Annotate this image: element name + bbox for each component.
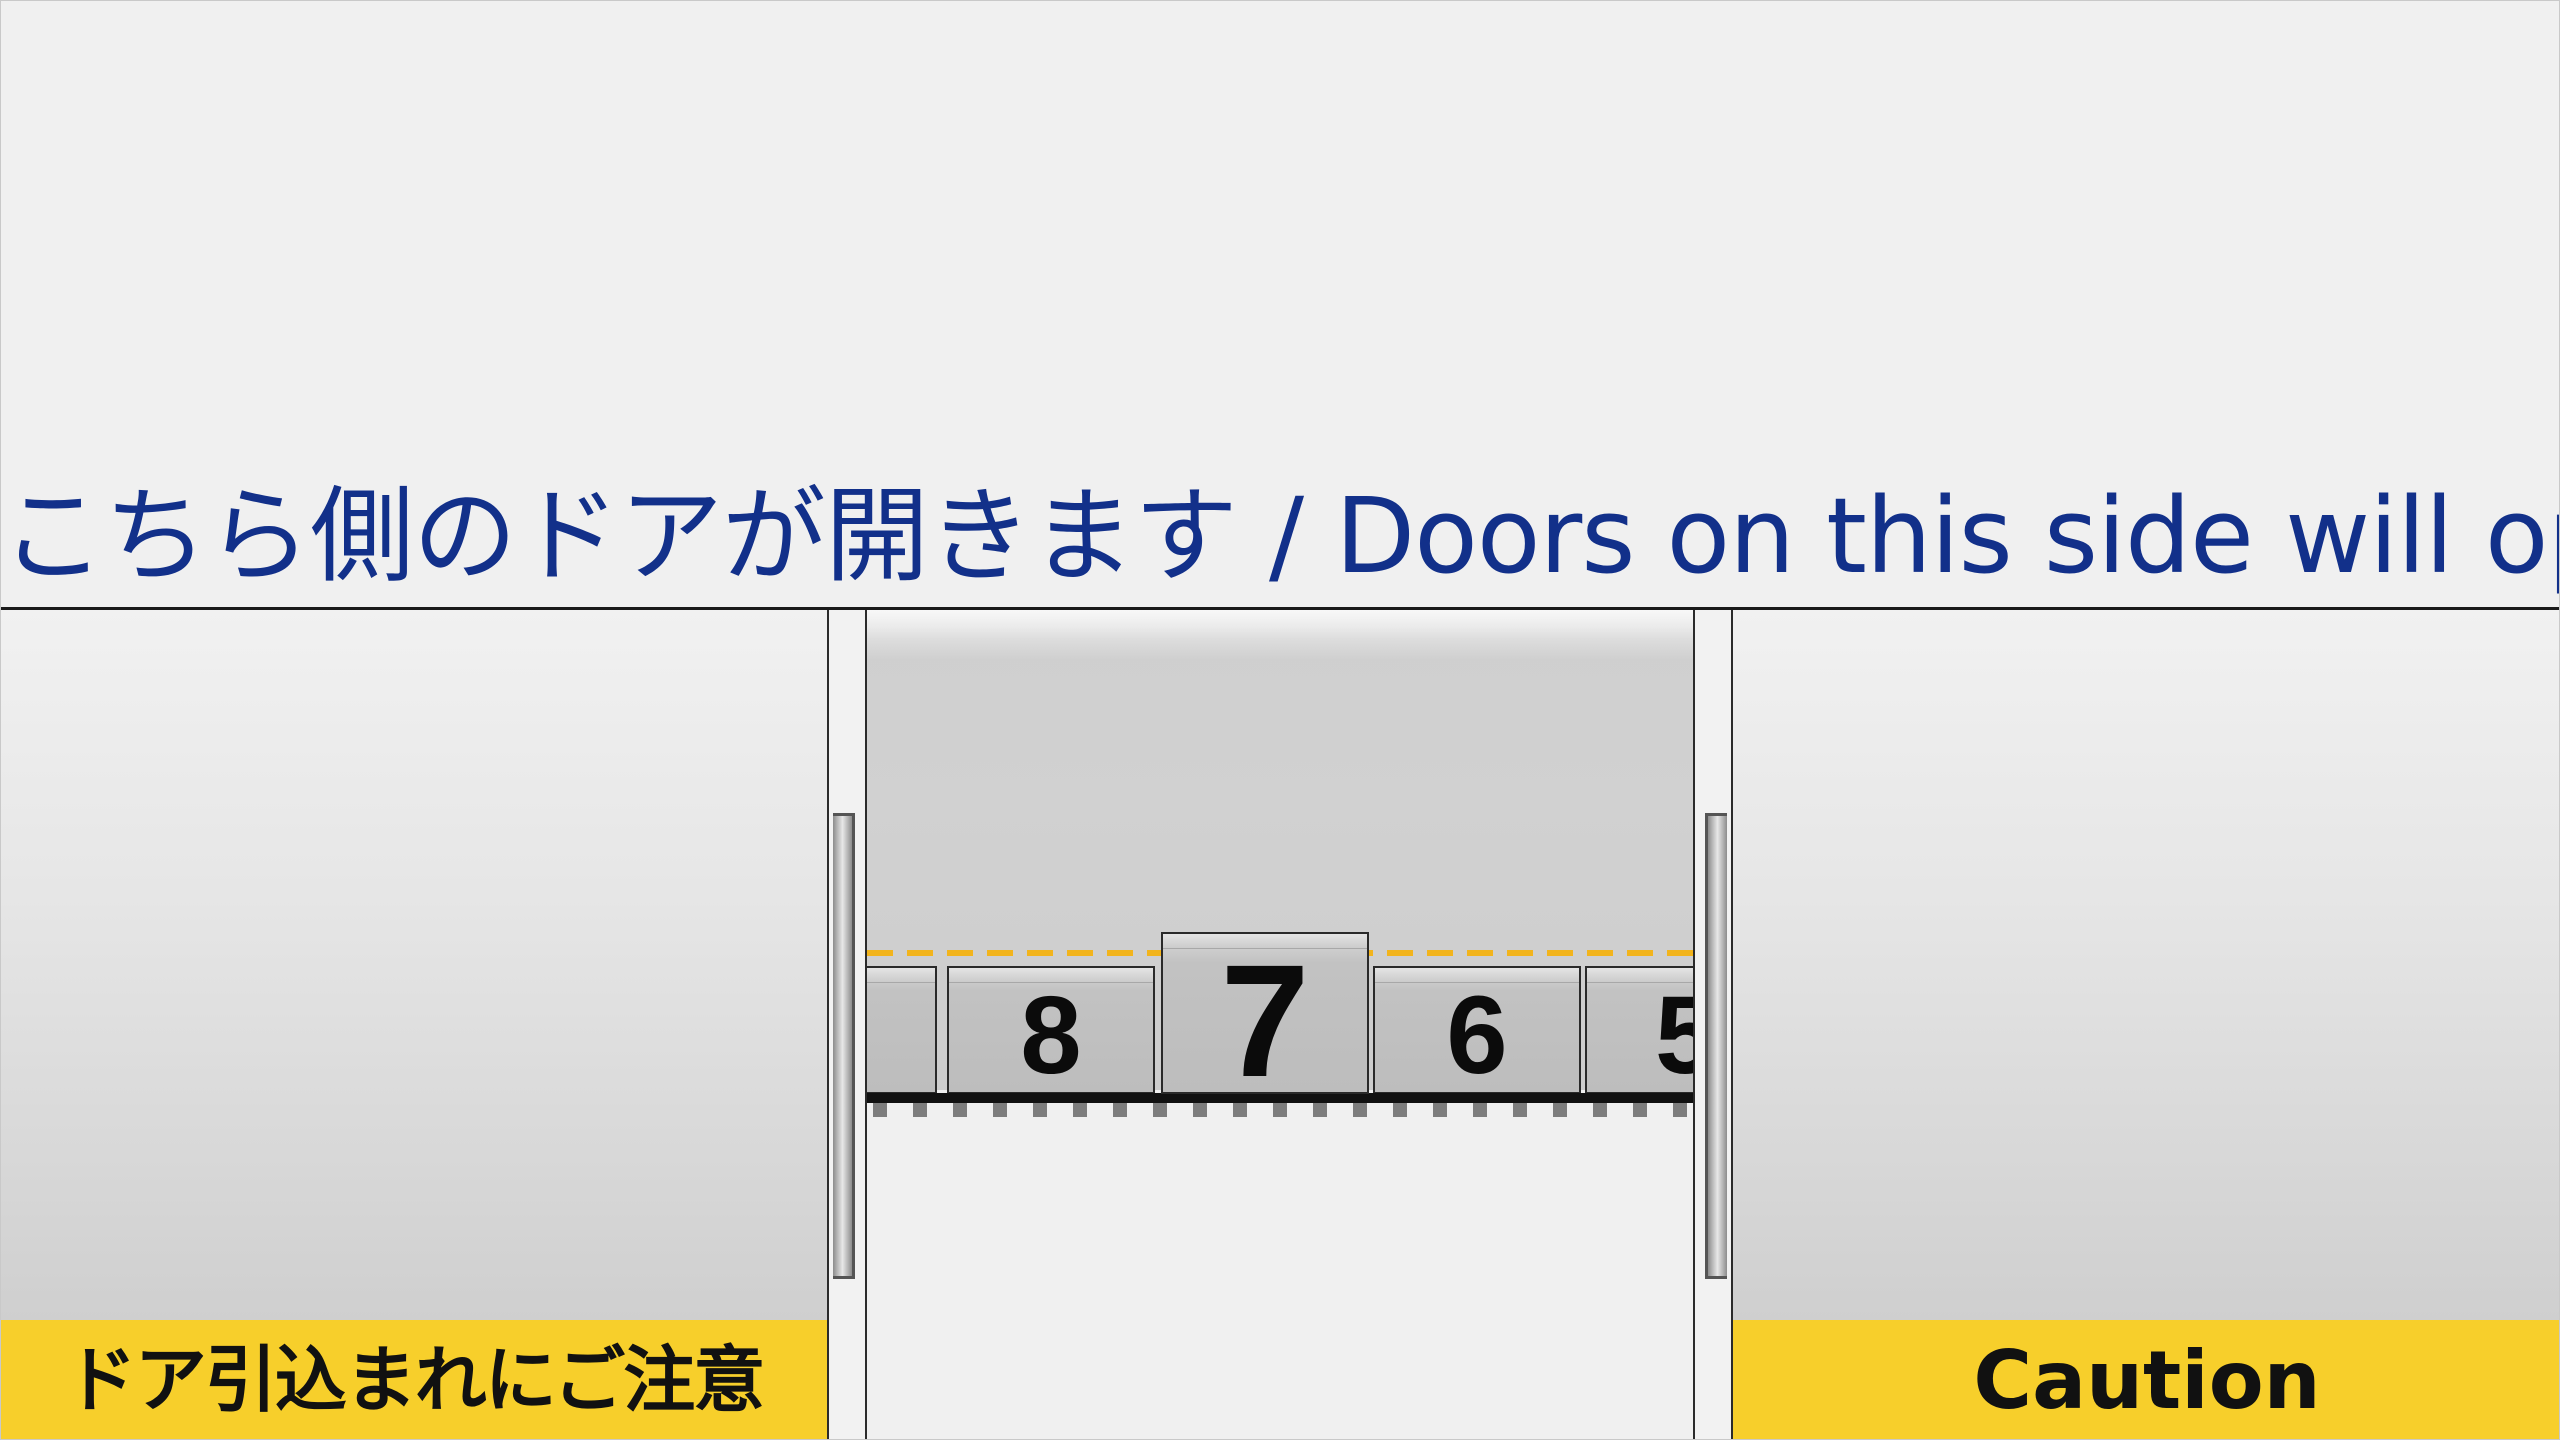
card-cap [867,968,935,983]
floor-card-partial [867,966,937,1094]
left-door-handle [833,813,855,1279]
door-open-announcement: こちら側のドアが開きます / Doors on this side will o… [1,475,2560,597]
announcement-area: こちら側のドアが開きます / Doors on this side will o… [1,1,2560,609]
current-floor-number: 7 [1220,932,1310,1094]
caution-label-japanese: ドア引込まれにご注意 [1,1320,827,1439]
indicator-rail [867,1093,1693,1103]
rail-teeth [873,1103,1693,1117]
right-wall-panel [1733,610,2559,1320]
floor-number: 8 [1020,974,1082,1094]
floor-card: 5 [1585,966,1693,1094]
current-floor-card: 7 [1161,932,1369,1094]
caution-label-english: Caution [1733,1320,2559,1439]
door-display-screen: こちら側のドアが開きます / Doors on this side will o… [0,0,2560,1440]
right-door-handle [1705,813,1727,1279]
floor-card: 6 [1373,966,1581,1094]
left-wall-panel [1,610,827,1320]
window-top-shade [867,610,1693,660]
floor-number: 6 [1446,974,1508,1094]
door-opening: 8 6 5 7 [867,610,1693,1439]
floor-number: 5 [1587,968,1693,1092]
floor-card: 8 [947,966,1155,1094]
